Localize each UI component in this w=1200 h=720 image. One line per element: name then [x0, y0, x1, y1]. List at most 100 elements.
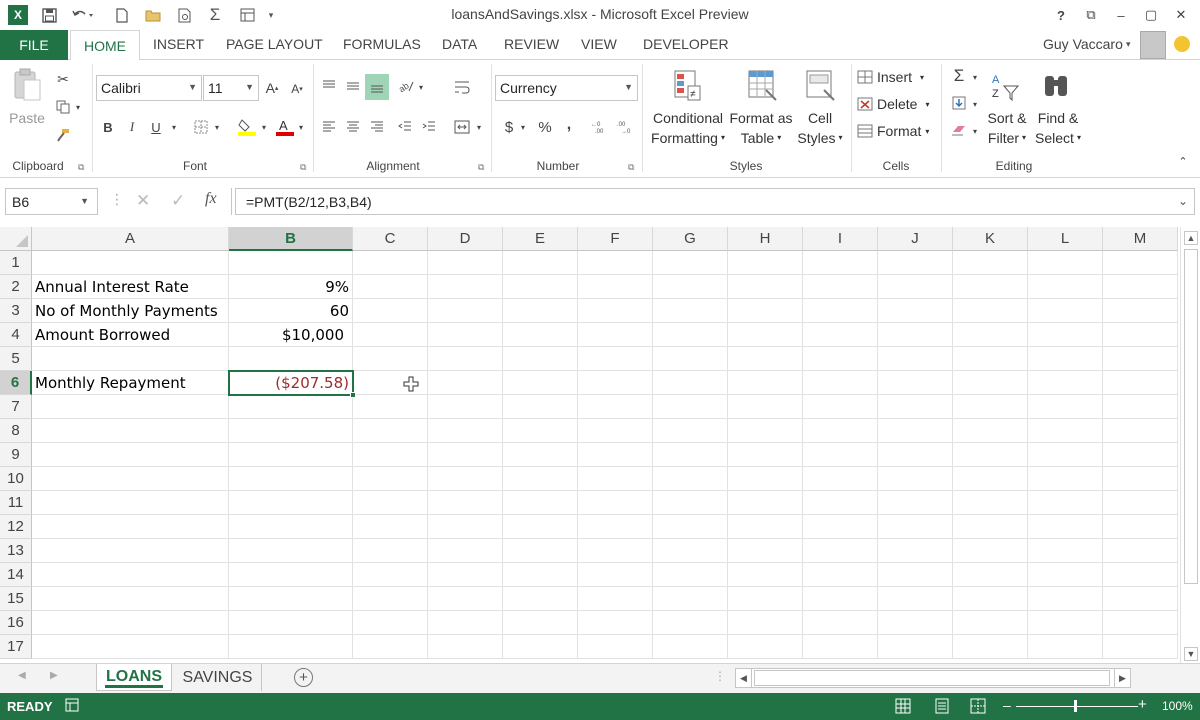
alignment-launcher-icon[interactable]: ⧉ [478, 162, 484, 173]
collapse-ribbon-icon[interactable]: ⌃ [1176, 154, 1190, 168]
cell-i14[interactable] [803, 563, 878, 587]
number-format-select[interactable]: Currency ▼ [495, 75, 638, 101]
cell-c1[interactable] [353, 251, 428, 275]
tab-data[interactable]: DATA [442, 36, 477, 52]
cell-i5[interactable] [803, 347, 878, 371]
cell-l4[interactable] [1028, 323, 1103, 347]
cell-f3[interactable] [578, 299, 653, 323]
cell-j1[interactable] [878, 251, 953, 275]
font-color-icon[interactable]: A [274, 116, 296, 138]
shrink-font-icon[interactable]: A ▾ [289, 81, 305, 97]
cell-d17[interactable] [428, 635, 503, 659]
cell-h13[interactable] [728, 539, 803, 563]
row-header-7[interactable]: 7 [0, 395, 32, 419]
cell-j8[interactable] [878, 419, 953, 443]
cell-g6[interactable] [653, 371, 728, 395]
tab-formulas[interactable]: FORMULAS [343, 36, 421, 52]
decrease-indent-icon[interactable] [396, 119, 414, 135]
cell-c16[interactable] [353, 611, 428, 635]
cell-f16[interactable] [578, 611, 653, 635]
cell-k2[interactable] [953, 275, 1028, 299]
column-header-c[interactable]: C [353, 227, 428, 251]
cell-d7[interactable] [428, 395, 503, 419]
cell-d5[interactable] [428, 347, 503, 371]
cell-h7[interactable] [728, 395, 803, 419]
cell-l1[interactable] [1028, 251, 1103, 275]
scroll-left-icon[interactable]: ◀ [736, 669, 752, 687]
cell-h15[interactable] [728, 587, 803, 611]
cell-d2[interactable] [428, 275, 503, 299]
align-left-icon[interactable] [320, 119, 338, 135]
cell-k5[interactable] [953, 347, 1028, 371]
cell-g8[interactable] [653, 419, 728, 443]
clipboard-launcher-icon[interactable]: ⧉ [78, 162, 84, 173]
column-header-d[interactable]: D [428, 227, 503, 251]
cell-g10[interactable] [653, 467, 728, 491]
cell-g5[interactable] [653, 347, 728, 371]
help-icon[interactable]: ? [1050, 5, 1072, 25]
cell-j11[interactable] [878, 491, 953, 515]
cell-e7[interactable] [503, 395, 578, 419]
cell-b15[interactable] [229, 587, 353, 611]
cell-b6[interactable]: ($207.58) [229, 371, 353, 395]
cell-a3[interactable]: No of Monthly Payments [32, 299, 229, 323]
cell-g15[interactable] [653, 587, 728, 611]
macro-record-icon[interactable] [65, 698, 79, 715]
cell-l10[interactable] [1028, 467, 1103, 491]
avatar[interactable] [1140, 31, 1166, 59]
minimize-icon[interactable]: – [1110, 5, 1132, 25]
cell-g4[interactable] [653, 323, 728, 347]
cell-h12[interactable] [728, 515, 803, 539]
sort-filter-icon[interactable]: AZ [990, 72, 1020, 102]
enter-icon[interactable]: ✓ [171, 191, 185, 211]
decrease-decimal-icon[interactable]: .00 →0 [616, 118, 636, 136]
cell-i2[interactable] [803, 275, 878, 299]
cell-l13[interactable] [1028, 539, 1103, 563]
cell-b5[interactable] [229, 347, 353, 371]
cell-j2[interactable] [878, 275, 953, 299]
cell-m5[interactable] [1103, 347, 1178, 371]
bold-button[interactable]: B [100, 118, 116, 136]
cell-f10[interactable] [578, 467, 653, 491]
cell-l7[interactable] [1028, 395, 1103, 419]
column-header-m[interactable]: M [1103, 227, 1178, 251]
select-all-corner[interactable] [0, 227, 32, 251]
page-layout-view-icon[interactable] [934, 698, 950, 717]
cell-h10[interactable] [728, 467, 803, 491]
tab-home[interactable]: HOME [70, 30, 140, 61]
column-header-i[interactable]: I [803, 227, 878, 251]
cell-d12[interactable] [428, 515, 503, 539]
cell-f8[interactable] [578, 419, 653, 443]
cell-a15[interactable] [32, 587, 229, 611]
cell-g3[interactable] [653, 299, 728, 323]
ribbon-display-icon[interactable]: ⧉ [1080, 5, 1102, 25]
tab-file[interactable]: FILE [0, 30, 68, 60]
cell-e4[interactable] [503, 323, 578, 347]
cell-k11[interactable] [953, 491, 1028, 515]
cell-e9[interactable] [503, 443, 578, 467]
orientation-icon[interactable]: ab [396, 77, 416, 95]
cell-i12[interactable] [803, 515, 878, 539]
comma-style-button[interactable]: , [562, 116, 576, 134]
cell-m16[interactable] [1103, 611, 1178, 635]
maximize-icon[interactable]: ▢ [1140, 5, 1162, 25]
insert-function-icon[interactable]: fx [205, 190, 217, 208]
cell-m2[interactable] [1103, 275, 1178, 299]
cell-g11[interactable] [653, 491, 728, 515]
tab-insert[interactable]: INSERT [153, 36, 204, 52]
expand-formula-icon[interactable]: ⌄ [1178, 194, 1188, 208]
cell-j17[interactable] [878, 635, 953, 659]
align-right-icon[interactable] [368, 119, 386, 135]
cell-e15[interactable] [503, 587, 578, 611]
cell-b13[interactable] [229, 539, 353, 563]
cell-f4[interactable] [578, 323, 653, 347]
conditional-formatting-icon[interactable]: ≠ [674, 70, 702, 101]
cell-b14[interactable] [229, 563, 353, 587]
cancel-icon[interactable]: ✕ [136, 191, 150, 211]
user-name[interactable]: Guy Vaccaro [1043, 36, 1123, 52]
find-select-icon[interactable] [1042, 72, 1070, 102]
cell-c4[interactable] [353, 323, 428, 347]
tab-developer[interactable]: DEVELOPER [643, 36, 729, 52]
cell-g1[interactable] [653, 251, 728, 275]
feedback-smiley-icon[interactable] [1174, 36, 1190, 52]
